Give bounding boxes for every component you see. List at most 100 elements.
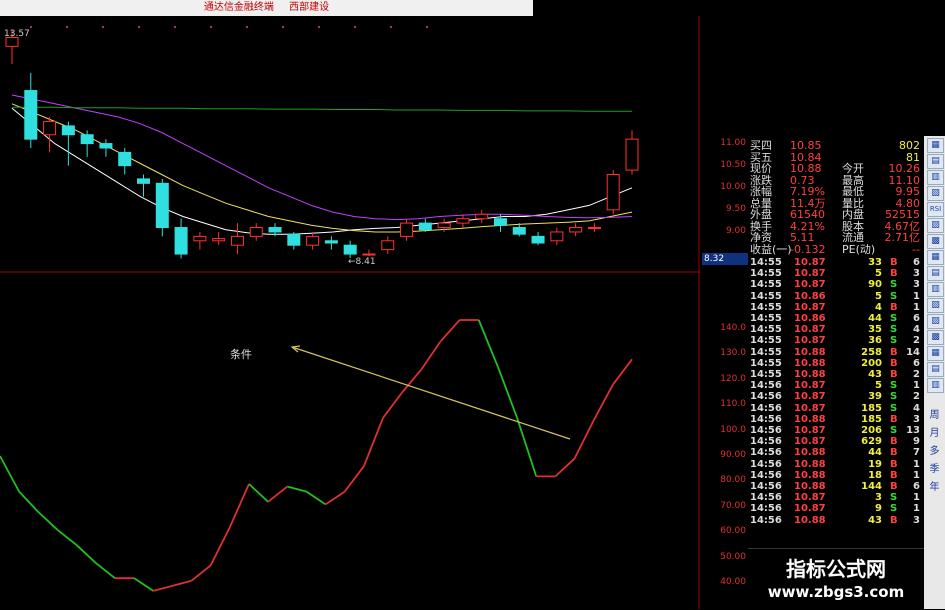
trade-price: 10.87 — [794, 380, 826, 392]
indicator-segment — [477, 319, 499, 368]
indicator-segment — [267, 485, 288, 503]
indicator-button-3[interactable]: ▥ — [927, 170, 944, 185]
indicator-segment — [612, 358, 633, 386]
trade-time: 14:55 — [750, 313, 782, 324]
quote-label: 换手 — [750, 219, 772, 233]
quote-row: 总量 11.4万 量比 4.80 — [750, 198, 922, 209]
trade-time: 14:56 — [750, 469, 782, 481]
quote-label: 买五 — [750, 150, 772, 164]
trade-side: S — [890, 324, 898, 336]
indicator-button-11[interactable]: ▨ — [927, 314, 944, 329]
trade-time: 14:56 — [750, 380, 782, 392]
trade-time: 14:56 — [750, 391, 782, 403]
candle-body — [456, 218, 470, 224]
period-year-button[interactable]: 年 — [927, 478, 942, 493]
trade-volume: 5 — [875, 268, 882, 280]
quote-value: 10.26 — [888, 162, 921, 175]
quote-value: 61540 — [790, 208, 825, 221]
candle-body — [230, 235, 244, 246]
trade-count: 4 — [913, 402, 920, 414]
period-multi-button[interactable]: 多 — [927, 442, 942, 457]
indicator-tick: 100.0 — [720, 424, 746, 435]
indicator-button-12[interactable]: ▩ — [927, 330, 944, 345]
indicator-segment — [56, 529, 78, 546]
quote-value: 5.11 — [790, 231, 815, 244]
indicator-segment — [420, 340, 442, 370]
trade-side: B — [890, 301, 898, 313]
trade-row: 14:56 10.87 9 S 1 — [750, 504, 922, 514]
quote-panel: 买四 10.85 802 买五 10.84 81 现价 10.88 今开 10.26 涨跌 0.73 最… — [748, 136, 924, 609]
quote-label: 现价 — [750, 162, 772, 175]
quote-row: 买五 10.84 81 — [750, 152, 922, 163]
trade-row: 14:55 10.88 200 B 6 — [750, 357, 922, 369]
indicator-button-5[interactable]: ▨ — [927, 218, 944, 233]
trade-price: 10.88 — [794, 346, 826, 358]
trade-time: 14:55 — [750, 324, 782, 336]
watermark-title: 指标公式网 — [786, 557, 886, 581]
quote-volume: 802 — [899, 139, 920, 152]
trade-volume: 39 — [868, 391, 882, 403]
indicator-button-15[interactable]: ▥ — [927, 378, 944, 393]
price-tick: 10.00 — [720, 181, 746, 192]
trade-price: 10.87 — [794, 436, 826, 448]
quote-value: 10.84 — [790, 150, 822, 164]
candle-body — [24, 90, 38, 140]
trade-side: B — [890, 257, 898, 268]
indicator-button-4[interactable]: ▧ — [927, 186, 944, 201]
trade-row: 14:56 10.88 18 B 1 — [750, 469, 922, 481]
trade-volume: 35 — [868, 324, 882, 336]
indicator-button-7[interactable]: ▦ — [927, 250, 944, 265]
indicator-button-14[interactable]: ▤ — [927, 362, 944, 377]
trade-side: S — [890, 380, 898, 392]
trade-volume: 43 — [868, 369, 882, 380]
top-marker — [282, 26, 284, 28]
trade-side: S — [890, 335, 898, 347]
quote-label: 今开 — [842, 162, 864, 175]
top-marker — [246, 26, 248, 28]
trade-row: 14:56 10.87 5 S 1 — [750, 381, 922, 391]
indicator-button-8[interactable]: ▤ — [927, 266, 944, 281]
trade-count: 1 — [913, 458, 920, 470]
kline-chart[interactable]: 13.57 ←8.41 条件 — [0, 16, 700, 609]
trade-side: S — [890, 492, 898, 504]
trade-time: 14:55 — [750, 279, 782, 291]
price-tick: 9.50 — [725, 203, 746, 214]
indicator-segment — [0, 455, 20, 493]
trade-price: 10.88 — [794, 481, 826, 492]
candle-body — [625, 138, 639, 171]
trade-count: 6 — [913, 357, 920, 369]
value-axis: 11.00 10.50 10.00 9.50 9.00 8.32 140.0 130.0 1… — [700, 16, 748, 609]
indicator-segment — [18, 491, 39, 513]
trade-side: S — [890, 279, 898, 291]
trade-volume: 33 — [868, 257, 882, 268]
indicator-button-1[interactable]: ▦ — [927, 138, 944, 153]
trade-row: 14:56 10.88 43 B 3 — [750, 515, 922, 526]
ma-line-2 — [11, 103, 633, 233]
trade-time: 14:55 — [750, 290, 782, 302]
indicator-label: 条件 — [230, 347, 252, 361]
indicator-button-9[interactable]: ▥ — [927, 282, 944, 297]
period-season-button[interactable]: 季 — [927, 460, 942, 475]
trade-time: 14:56 — [750, 413, 782, 425]
candle-body — [268, 227, 282, 233]
trade-price: 10.87 — [794, 425, 826, 436]
trade-row: 14:56 10.87 39 S 2 — [750, 392, 922, 402]
indicator-button-6[interactable]: ▩ — [927, 234, 944, 249]
price-tag: 8.32 — [702, 253, 748, 265]
indicator-button-10[interactable]: ▧ — [927, 298, 944, 313]
candle-body — [569, 227, 583, 233]
trade-price: 10.88 — [794, 469, 826, 481]
rsi-button[interactable]: RSI — [927, 202, 944, 217]
trade-time: 14:56 — [750, 436, 782, 448]
candlesticks — [5, 30, 639, 259]
indicator-button-13[interactable]: ▦ — [927, 346, 944, 361]
indicator-button-2[interactable]: ▤ — [927, 154, 944, 169]
period-month-button[interactable]: 月 — [927, 424, 942, 439]
quote-value: -0.132 — [790, 242, 826, 256]
period-week-button[interactable]: 周 — [927, 406, 942, 421]
trade-price: 10.87 — [794, 402, 826, 414]
trade-volume: 44 — [868, 313, 882, 324]
trade-price: 10.87 — [794, 268, 826, 280]
trade-time: 14:55 — [750, 301, 782, 313]
ma-line-4 — [12, 106, 632, 112]
